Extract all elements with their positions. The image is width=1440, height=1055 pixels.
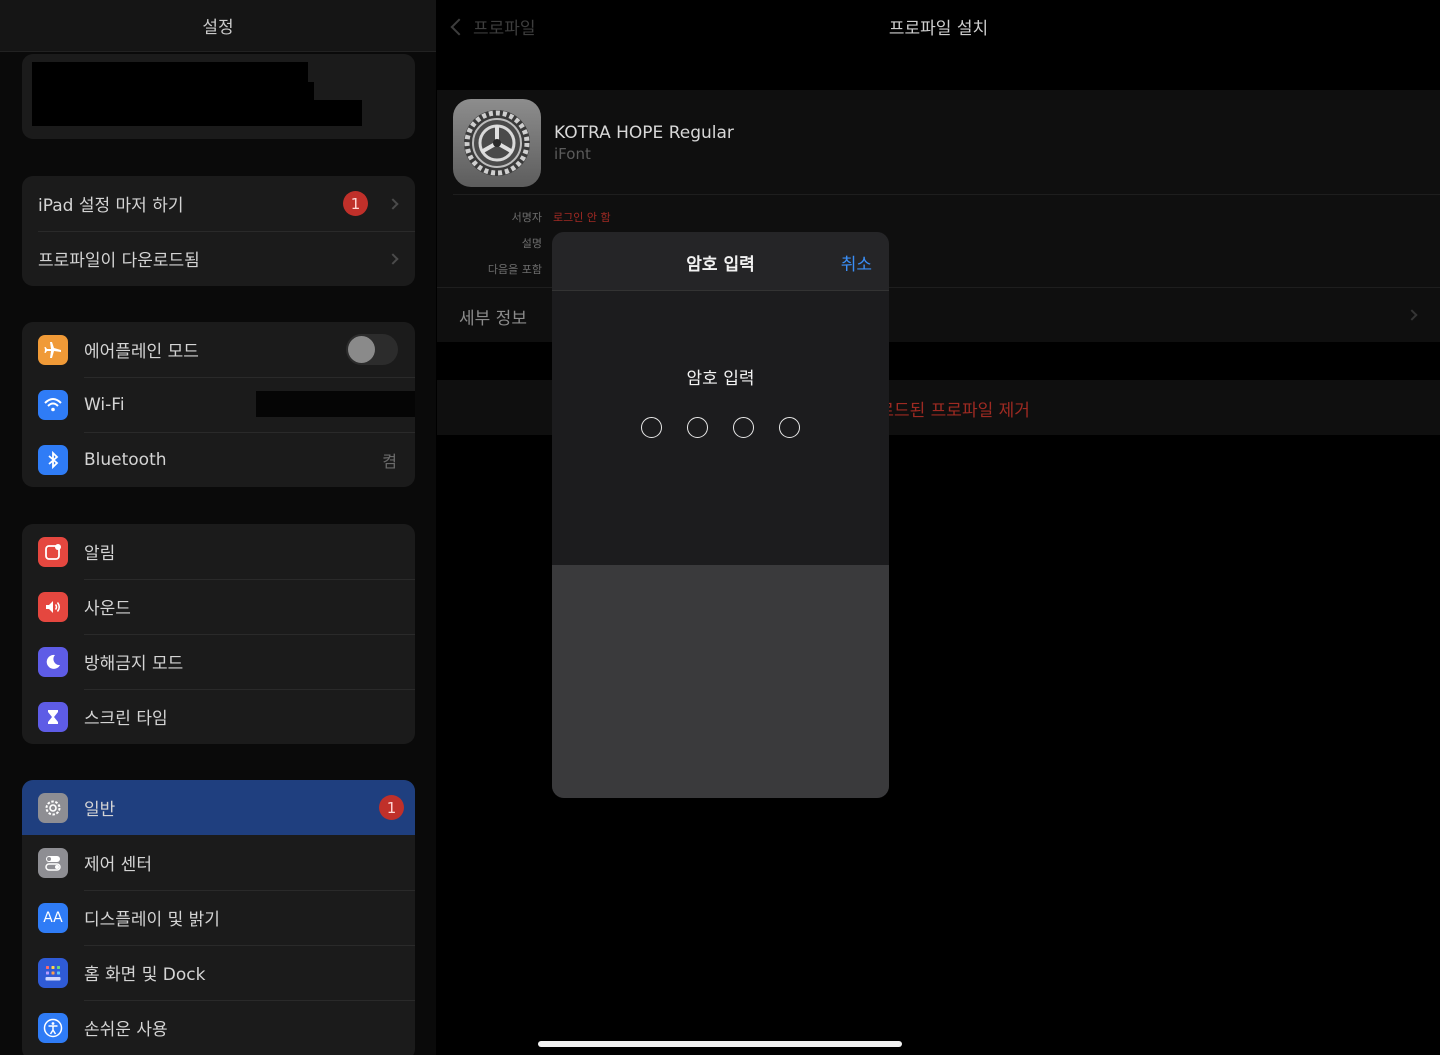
- passcode-modal: 암호 입력 취소 암호 입력: [552, 232, 889, 798]
- display-label: 디스플레이 및 밝기: [84, 910, 220, 930]
- redacted-subtitle: [32, 100, 362, 126]
- notifications-label: 알림: [84, 544, 116, 564]
- do-not-disturb-label: 방해금지 모드: [84, 654, 184, 674]
- sidebar-item-airplane[interactable]: 에어플레인 모드: [22, 322, 415, 377]
- profile-downloaded-row[interactable]: 프로파일이 다운로드됨: [22, 231, 415, 286]
- redacted-wifi-name: [256, 391, 415, 417]
- passcode-dot: [779, 417, 800, 438]
- redacted-name: [32, 62, 308, 84]
- profile-subtitle: iFont: [554, 145, 591, 163]
- sidebar-item-accessibility[interactable]: 손쉬운 사용: [22, 1000, 415, 1055]
- accessibility-icon: [38, 1012, 68, 1043]
- accessibility-label: 손쉬운 사용: [84, 1020, 168, 1040]
- contains-label: 다음을 포함: [487, 263, 542, 276]
- sound-icon: [38, 591, 68, 622]
- bluetooth-status: 켬: [382, 451, 397, 471]
- sidebar-item-home-screen[interactable]: 홈 화면 및 Dock: [22, 945, 415, 1000]
- divider: [453, 194, 1440, 195]
- signer-value: 로그인 안 함: [553, 211, 611, 224]
- notifications-group: 알림 사운드 방해금지 모드 스크린 타임: [22, 524, 415, 744]
- airplane-toggle[interactable]: [346, 334, 398, 365]
- control-center-label: 제어 센터: [84, 855, 152, 875]
- airplane-icon: [38, 334, 68, 365]
- redacted-block: [32, 82, 314, 100]
- display-icon: AA: [38, 902, 68, 933]
- hourglass-icon: [38, 701, 68, 732]
- setup-group: iPad 설정 마저 하기 1 프로파일이 다운로드됨: [22, 176, 415, 286]
- profile-downloaded-label: 프로파일이 다운로드됨: [38, 251, 200, 271]
- connectivity-group: 에어플레인 모드 Wi-Fi Bluetooth 켬: [22, 322, 415, 487]
- finish-setup-row[interactable]: iPad 설정 마저 하기 1: [22, 176, 415, 231]
- gear-icon: [38, 792, 68, 823]
- sound-label: 사운드: [84, 599, 131, 619]
- toggle-knob: [348, 336, 375, 363]
- keyboard-area: [552, 565, 889, 798]
- profile-name: KOTRA HOPE Regular: [554, 123, 734, 143]
- sidebar-item-wifi[interactable]: Wi-Fi: [22, 377, 415, 432]
- passcode-dot: [641, 417, 662, 438]
- home-indicator[interactable]: [538, 1041, 902, 1047]
- bluetooth-icon: [38, 444, 68, 475]
- home-screen-icon: [38, 957, 68, 988]
- signer-label: 서명자: [511, 211, 542, 224]
- sidebar-title: 설정: [0, 0, 436, 52]
- home-screen-label: 홈 화면 및 Dock: [84, 965, 206, 985]
- passcode-dot: [687, 417, 708, 438]
- passcode-prompt: 암호 입력: [686, 369, 755, 389]
- general-badge: 1: [379, 795, 404, 820]
- account-card[interactable]: [22, 54, 415, 139]
- sidebar-item-bluetooth[interactable]: Bluetooth 켬: [22, 432, 415, 487]
- sidebar-item-display[interactable]: AA 디스플레이 및 밝기: [22, 890, 415, 945]
- modal-title: 암호 입력: [686, 255, 755, 275]
- modal-header: 암호 입력 취소: [552, 232, 889, 291]
- notifications-icon: [38, 536, 68, 567]
- description-label: 설명: [521, 237, 542, 250]
- wifi-icon: [38, 389, 68, 420]
- settings-app-icon: [453, 99, 541, 187]
- bluetooth-label: Bluetooth: [84, 449, 167, 470]
- finish-setup-badge: 1: [343, 191, 368, 216]
- cancel-button[interactable]: 취소: [841, 250, 872, 275]
- sidebar-item-general[interactable]: 일반 1: [22, 780, 415, 835]
- passcode-dots[interactable]: [641, 417, 800, 438]
- general-label: 일반: [84, 800, 116, 820]
- more-details-row[interactable]: 세부 정보: [459, 304, 527, 329]
- settings-sidebar: 설정 iPad 설정 마저 하기 1 프로파일이 다운로드됨 에어플레인 모드: [0, 0, 436, 1055]
- sidebar-item-do-not-disturb[interactable]: 방해금지 모드: [22, 634, 415, 689]
- general-group: 일반 1 제어 센터 AA 디스플레이 및 밝기 홈 화면 및 Dock 손쉬운…: [22, 780, 415, 1055]
- screen-time-label: 스크린 타임: [84, 709, 168, 729]
- moon-icon: [38, 646, 68, 677]
- control-center-icon: [38, 847, 68, 878]
- sidebar-item-notifications[interactable]: 알림: [22, 524, 415, 579]
- passcode-dot: [733, 417, 754, 438]
- page-title: 프로파일 설치: [888, 19, 989, 39]
- sidebar-item-sound[interactable]: 사운드: [22, 579, 415, 634]
- sidebar-item-screen-time[interactable]: 스크린 타임: [22, 689, 415, 744]
- chevron-right-icon: [1406, 309, 1418, 321]
- sidebar-item-control-center[interactable]: 제어 센터: [22, 835, 415, 890]
